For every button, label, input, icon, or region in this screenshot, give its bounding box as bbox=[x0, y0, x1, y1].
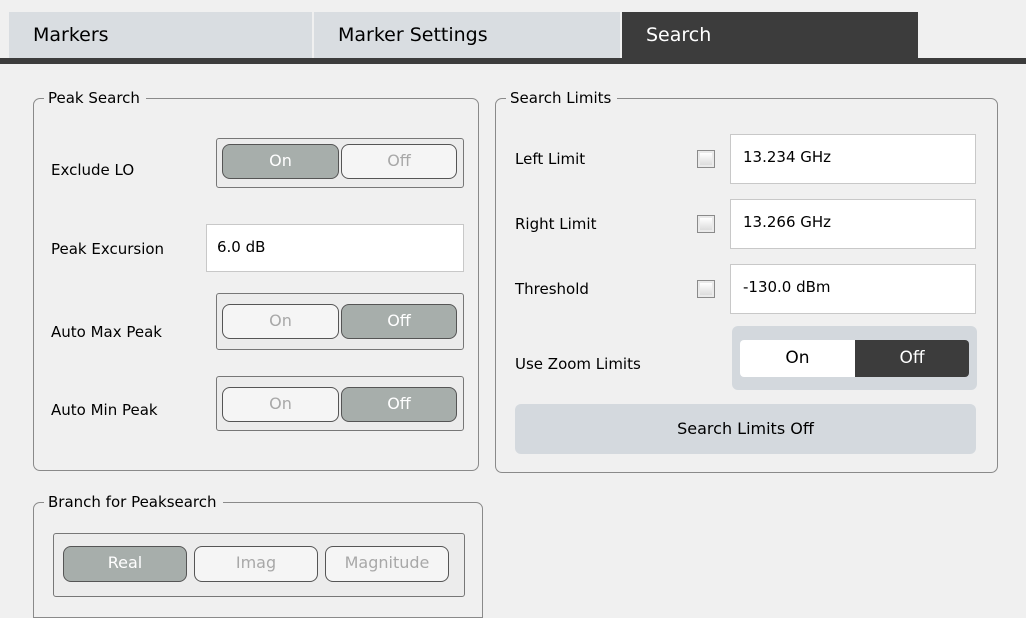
right-limit-label: Right Limit bbox=[515, 215, 597, 233]
branch-peaksearch-group: Branch for Peaksearch Real Imag Magnitud… bbox=[33, 491, 483, 618]
tab-bar: Markers Marker Settings Search bbox=[0, 0, 1026, 66]
auto-max-peak-toggle: On Off bbox=[216, 293, 464, 350]
auto-max-peak-on-button[interactable]: On bbox=[222, 304, 339, 339]
peak-excursion-field[interactable]: 6.0 dB bbox=[206, 224, 464, 272]
exclude-lo-toggle: On Off bbox=[216, 138, 464, 188]
search-limits-group: Search Limits Left Limit 13.234 GHz Righ… bbox=[495, 87, 998, 473]
left-limit-checkbox[interactable] bbox=[697, 150, 715, 168]
threshold-field[interactable]: -130.0 dBm bbox=[730, 264, 976, 314]
auto-min-peak-toggle: On Off bbox=[216, 376, 464, 431]
auto-min-peak-label: Auto Min Peak bbox=[51, 401, 158, 419]
auto-min-peak-off-button[interactable]: Off bbox=[341, 387, 457, 422]
exclude-lo-off-button[interactable]: Off bbox=[341, 144, 457, 179]
threshold-label: Threshold bbox=[515, 280, 589, 298]
exclude-lo-on-button[interactable]: On bbox=[222, 144, 339, 179]
use-zoom-limits-on-button[interactable]: On bbox=[740, 340, 855, 377]
auto-max-peak-label: Auto Max Peak bbox=[51, 323, 162, 341]
left-limit-label: Left Limit bbox=[515, 150, 586, 168]
exclude-lo-label: Exclude LO bbox=[51, 161, 135, 179]
branch-peaksearch-title: Branch for Peaksearch bbox=[44, 491, 223, 513]
use-zoom-limits-off-button[interactable]: Off bbox=[855, 340, 969, 377]
auto-min-peak-on-button[interactable]: On bbox=[222, 387, 339, 422]
search-limits-title: Search Limits bbox=[506, 87, 618, 109]
branch-toggle: Real Imag Magnitude bbox=[53, 533, 465, 597]
peak-search-group: Peak Search Exclude LO On Off Peak Excur… bbox=[33, 87, 479, 471]
tab-underline bbox=[0, 58, 1026, 64]
peak-search-title: Peak Search bbox=[44, 87, 146, 109]
auto-max-peak-off-button[interactable]: Off bbox=[341, 304, 457, 339]
use-zoom-limits-label: Use Zoom Limits bbox=[515, 355, 641, 373]
branch-real-button[interactable]: Real bbox=[63, 546, 187, 582]
tab-search[interactable]: Search bbox=[622, 12, 918, 59]
right-limit-checkbox[interactable] bbox=[697, 215, 715, 233]
search-limits-off-button[interactable]: Search Limits Off bbox=[515, 404, 976, 454]
tab-markers[interactable]: Markers bbox=[9, 12, 312, 59]
branch-imag-button[interactable]: Imag bbox=[194, 546, 318, 582]
right-limit-field[interactable]: 13.266 GHz bbox=[730, 199, 976, 249]
threshold-checkbox[interactable] bbox=[697, 280, 715, 298]
branch-magnitude-button[interactable]: Magnitude bbox=[325, 546, 449, 582]
left-limit-field[interactable]: 13.234 GHz bbox=[730, 134, 976, 184]
tab-marker-settings[interactable]: Marker Settings bbox=[314, 12, 620, 59]
peak-excursion-label: Peak Excursion bbox=[51, 240, 165, 258]
use-zoom-limits-toggle: On Off bbox=[732, 326, 977, 390]
